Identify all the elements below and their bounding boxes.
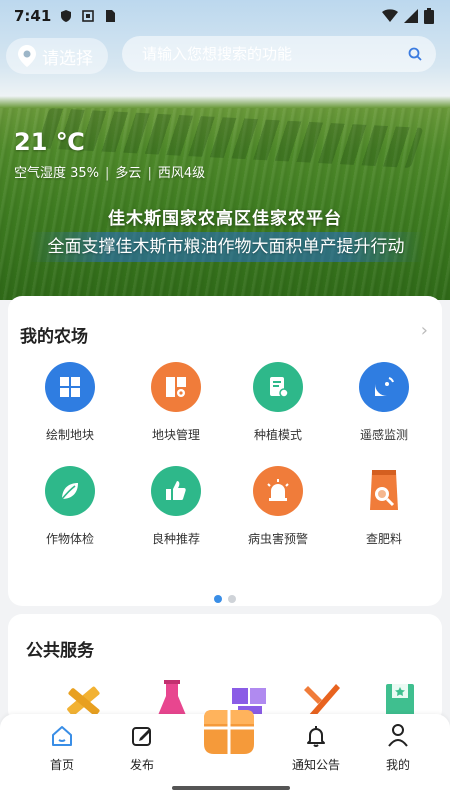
nav-publish[interactable]: 发布 bbox=[112, 720, 172, 773]
tile-fertilizer[interactable]: 查肥料 bbox=[334, 466, 434, 566]
tile-label: 种植模式 bbox=[253, 428, 302, 442]
map-grid-icon bbox=[45, 362, 95, 412]
location-selector[interactable]: 请选择 bbox=[6, 38, 108, 74]
nav-home[interactable]: 首页 bbox=[32, 720, 92, 773]
status-time: 7:41 bbox=[14, 7, 52, 25]
bell-icon bbox=[307, 726, 325, 747]
nav-label: 发布 bbox=[129, 758, 154, 772]
nav-label: 通知公告 bbox=[291, 758, 340, 772]
cell-signal-icon bbox=[404, 9, 418, 23]
tile-draw-plot[interactable]: 绘制地块 bbox=[20, 362, 120, 462]
satellite-icon bbox=[359, 362, 409, 412]
tile-crop-checkup[interactable]: 作物体检 bbox=[20, 466, 120, 566]
tile-seed-recommend[interactable]: 良种推荐 bbox=[126, 466, 226, 566]
leaf-icon bbox=[45, 466, 95, 516]
tile-label: 良种推荐 bbox=[151, 532, 200, 546]
weather-condition: 多云 bbox=[115, 166, 142, 181]
nav-label: 首页 bbox=[49, 758, 74, 772]
farm-title: 我的农场 bbox=[20, 327, 88, 347]
weather-panel: 21 ℃ 空气湿度 35% | 多云 | 西风4级 bbox=[14, 128, 205, 181]
tile-pest-warning[interactable]: 病虫害预警 bbox=[228, 466, 328, 566]
home-indicator bbox=[172, 786, 290, 790]
top-bar: 请选择 bbox=[0, 36, 450, 76]
tile-remote-sensing[interactable]: 遥感监测 bbox=[334, 362, 434, 462]
location-pin-icon bbox=[18, 45, 36, 67]
tile-plot-manage[interactable]: 地块管理 bbox=[126, 362, 226, 462]
status-right bbox=[382, 8, 434, 24]
user-icon bbox=[388, 724, 408, 747]
screenshot-icon bbox=[82, 10, 95, 22]
hero-title: 佳木斯国家农高区佳家农平台 bbox=[108, 209, 342, 229]
weather-details: 空气湿度 35% | 多云 | 西风4级 bbox=[14, 166, 206, 181]
fertilizer-bag-icon bbox=[359, 466, 409, 516]
tile-label: 遥感监测 bbox=[359, 428, 408, 442]
tile-label: 绘制地块 bbox=[45, 428, 94, 442]
search-icon[interactable] bbox=[408, 47, 422, 61]
hero-banner: 7:41 请选择 21 ℃ 空气湿度 35%|多云|西风4级 佳木斯国家农高区佳… bbox=[0, 0, 450, 300]
tile-planting-mode[interactable]: 种植模式 bbox=[228, 362, 328, 462]
chevron-right-icon[interactable]: › bbox=[421, 320, 428, 341]
nav-profile[interactable]: 我的 bbox=[368, 720, 428, 773]
shield-icon bbox=[61, 10, 72, 22]
page-dot-2[interactable] bbox=[228, 595, 236, 603]
location-label: 请选择 bbox=[42, 48, 93, 69]
wifi-icon bbox=[382, 9, 398, 22]
pest-alarm-icon bbox=[253, 466, 303, 516]
plot-manage-icon bbox=[151, 362, 201, 412]
sim-card-icon bbox=[106, 10, 116, 22]
public-services-title: 公共服务 bbox=[26, 641, 94, 661]
wind: 西风4级 bbox=[157, 166, 206, 181]
nav-notices[interactable]: 通知公告 bbox=[286, 720, 346, 773]
tile-label: 病虫害预警 bbox=[247, 532, 308, 546]
tile-label: 作物体检 bbox=[45, 532, 94, 546]
battery-icon bbox=[424, 8, 434, 24]
page-dot-1[interactable] bbox=[214, 595, 222, 603]
page-indicator bbox=[8, 588, 442, 607]
tile-label: 地块管理 bbox=[151, 428, 200, 442]
thumb-up-icon bbox=[151, 466, 201, 516]
edit-icon bbox=[132, 727, 151, 746]
nav-label: 我的 bbox=[385, 758, 410, 772]
search-bar[interactable] bbox=[122, 36, 436, 72]
humidity: 空气湿度 35% bbox=[14, 166, 100, 181]
search-input[interactable] bbox=[140, 44, 408, 64]
hero-subtitle: 全面支撑佳木斯市粮油作物大面积单产提升行动 bbox=[28, 232, 424, 262]
status-bar: 7:41 bbox=[0, 0, 450, 32]
tile-label: 查肥料 bbox=[365, 532, 402, 546]
my-farm-card: 我的农场 › 绘制地块 地块管理 种植模式 遥感监测 作物体检 良种推荐 病虫害… bbox=[8, 296, 442, 606]
center-action-button[interactable] bbox=[198, 700, 260, 762]
temperature: 21 ℃ bbox=[14, 128, 85, 156]
planting-doc-icon bbox=[253, 362, 303, 412]
home-icon bbox=[52, 726, 72, 746]
